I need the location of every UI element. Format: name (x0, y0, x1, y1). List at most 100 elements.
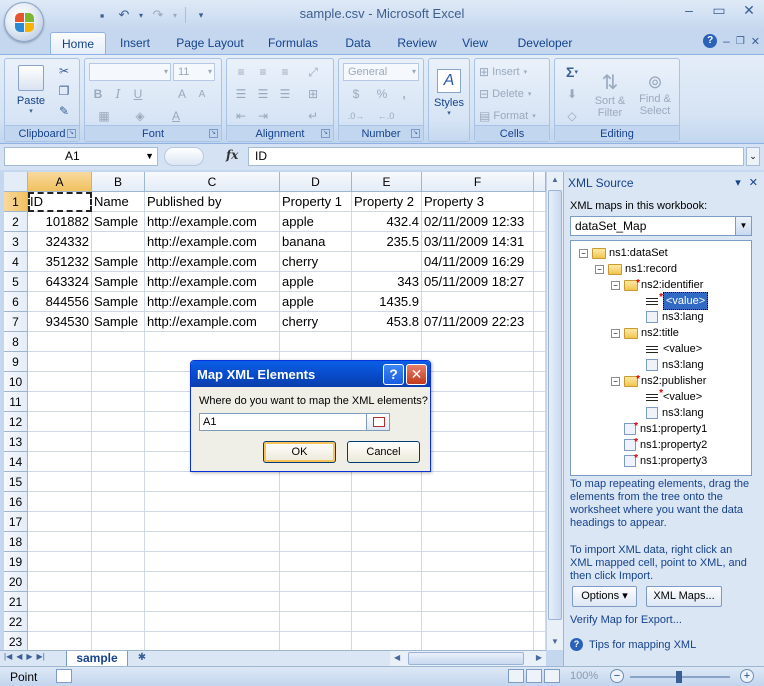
wrap-text-icon[interactable]: ↵ (299, 107, 327, 125)
align-right-icon[interactable]: ☰ (275, 85, 295, 103)
cell-b11[interactable] (92, 392, 145, 412)
cell-c8[interactable] (145, 332, 280, 352)
clipboard-launcher-icon[interactable]: ↘ (67, 129, 76, 138)
increase-indent-icon[interactable]: ⇥ (253, 107, 273, 125)
cell-d4[interactable]: cherry (280, 252, 352, 272)
fill-color-icon[interactable]: ◈ (125, 107, 155, 125)
cell-a17[interactable] (28, 512, 92, 532)
cell-f9[interactable] (422, 352, 534, 372)
decrease-decimal-icon[interactable]: ←.0 (373, 107, 399, 125)
page-break-view-icon[interactable] (544, 669, 560, 683)
cell-empty[interactable] (534, 512, 546, 532)
cell-e21[interactable] (352, 592, 422, 612)
xml-tree-node[interactable]: ns3:lang (646, 357, 704, 373)
cell-e22[interactable] (352, 612, 422, 632)
cell-a3[interactable]: 324332 (28, 232, 92, 252)
scroll-down-icon[interactable]: ▼ (547, 634, 563, 650)
select-all-corner[interactable] (4, 172, 28, 192)
fill-icon[interactable]: ⬇ (559, 85, 585, 103)
underline-button[interactable]: U (129, 85, 147, 103)
row-header[interactable]: 23 (4, 632, 28, 650)
cell-f1[interactable]: Property 3 (422, 192, 534, 212)
align-middle-icon[interactable]: ≡ (253, 63, 273, 81)
cell-empty[interactable] (534, 472, 546, 492)
cell-b13[interactable] (92, 432, 145, 452)
cell-e7[interactable]: 453.8 (352, 312, 422, 332)
cell-f12[interactable] (422, 412, 534, 432)
tab-insert[interactable]: Insert (110, 32, 160, 54)
cell-b5[interactable]: Sample (92, 272, 145, 292)
cell-empty[interactable] (534, 552, 546, 572)
tips-mapping-xml[interactable]: ? Tips for mapping XML (570, 638, 696, 651)
row-header[interactable]: 21 (4, 592, 28, 612)
cell-c2[interactable]: http://example.com (145, 212, 280, 232)
row-header[interactable]: 2 (4, 212, 28, 232)
normal-view-icon[interactable] (508, 669, 524, 683)
cell-b6[interactable]: Sample (92, 292, 145, 312)
cell-a23[interactable] (28, 632, 92, 650)
column-header-e[interactable]: E (352, 172, 422, 192)
row-header[interactable]: 6 (4, 292, 28, 312)
prev-sheet-icon[interactable]: ◀ (16, 652, 22, 661)
cell-a20[interactable] (28, 572, 92, 592)
row-header[interactable]: 9 (4, 352, 28, 372)
cell-b20[interactable] (92, 572, 145, 592)
insert-cells-button[interactable]: ⊞ Insert ▾ (479, 63, 547, 81)
cell-e6[interactable]: 1435.9 (352, 292, 422, 312)
scroll-left-icon[interactable]: ◀ (394, 653, 400, 662)
cell-e4[interactable] (352, 252, 422, 272)
column-header-a[interactable]: A (28, 172, 92, 192)
font-name-combo[interactable]: ▾ (89, 63, 171, 81)
row-header[interactable]: 8 (4, 332, 28, 352)
cell-a11[interactable] (28, 392, 92, 412)
cell-f4[interactable]: 04/11/2009 16:29 (422, 252, 534, 272)
cell-b19[interactable] (92, 552, 145, 572)
cell-b18[interactable] (92, 532, 145, 552)
cell-e3[interactable]: 235.5 (352, 232, 422, 252)
name-box[interactable]: A1 ▼ (4, 147, 158, 166)
row-header[interactable]: 12 (4, 412, 28, 432)
cell-d21[interactable] (280, 592, 352, 612)
paste-button[interactable]: Paste ▾ (11, 61, 51, 115)
ribbon-minimize-icon[interactable]: ‒ (723, 34, 730, 48)
tab-developer[interactable]: Developer (508, 32, 582, 54)
tips-mapping-label[interactable]: Tips for mapping XML (589, 639, 696, 651)
comma-button[interactable]: , (395, 85, 413, 103)
zoom-level[interactable]: 100% (570, 670, 598, 682)
row-header[interactable]: 14 (4, 452, 28, 472)
sheet-tab-sample[interactable]: sample (66, 651, 128, 667)
column-header-c[interactable]: C (145, 172, 280, 192)
merge-center-icon[interactable]: ⊞ (299, 85, 327, 103)
collapse-icon[interactable]: − (611, 328, 620, 338)
cell-a22[interactable] (28, 612, 92, 632)
cell-c15[interactable] (145, 472, 280, 492)
cell-empty[interactable] (534, 392, 546, 412)
xml-map-select[interactable]: dataSet_Map ▼ (570, 216, 752, 236)
percent-button[interactable]: % (373, 85, 391, 103)
dialog-ok-button[interactable]: OK (263, 441, 336, 463)
tab-review[interactable]: Review (390, 32, 444, 54)
cell-f14[interactable] (422, 452, 534, 472)
cell-f6[interactable] (422, 292, 534, 312)
cell-a2[interactable]: 101882 (28, 212, 92, 232)
number-format-combo[interactable]: General ▾ (343, 63, 419, 81)
collapse-icon[interactable]: − (611, 376, 620, 386)
cell-d7[interactable]: cherry (280, 312, 352, 332)
cell-b14[interactable] (92, 452, 145, 472)
sort-filter-button[interactable]: ⇅ Sort & Filter (589, 63, 631, 125)
row-header[interactable]: 4 (4, 252, 28, 272)
xml-tree-node[interactable]: ns3:lang (646, 309, 704, 325)
cell-b21[interactable] (92, 592, 145, 612)
expand-formula-bar-icon[interactable]: ⌄ (746, 147, 760, 166)
align-bottom-icon[interactable]: ≡ (275, 63, 295, 81)
cell-b2[interactable]: Sample (92, 212, 145, 232)
cell-empty[interactable] (534, 432, 546, 452)
cell-empty[interactable] (534, 312, 546, 332)
cell-a10[interactable] (28, 372, 92, 392)
tab-view[interactable]: View (452, 32, 498, 54)
cell-a7[interactable]: 934530 (28, 312, 92, 332)
cell-c1[interactable]: Published by (145, 192, 280, 212)
cell-e8[interactable] (352, 332, 422, 352)
office-button[interactable] (4, 2, 44, 42)
cell-c19[interactable] (145, 552, 280, 572)
